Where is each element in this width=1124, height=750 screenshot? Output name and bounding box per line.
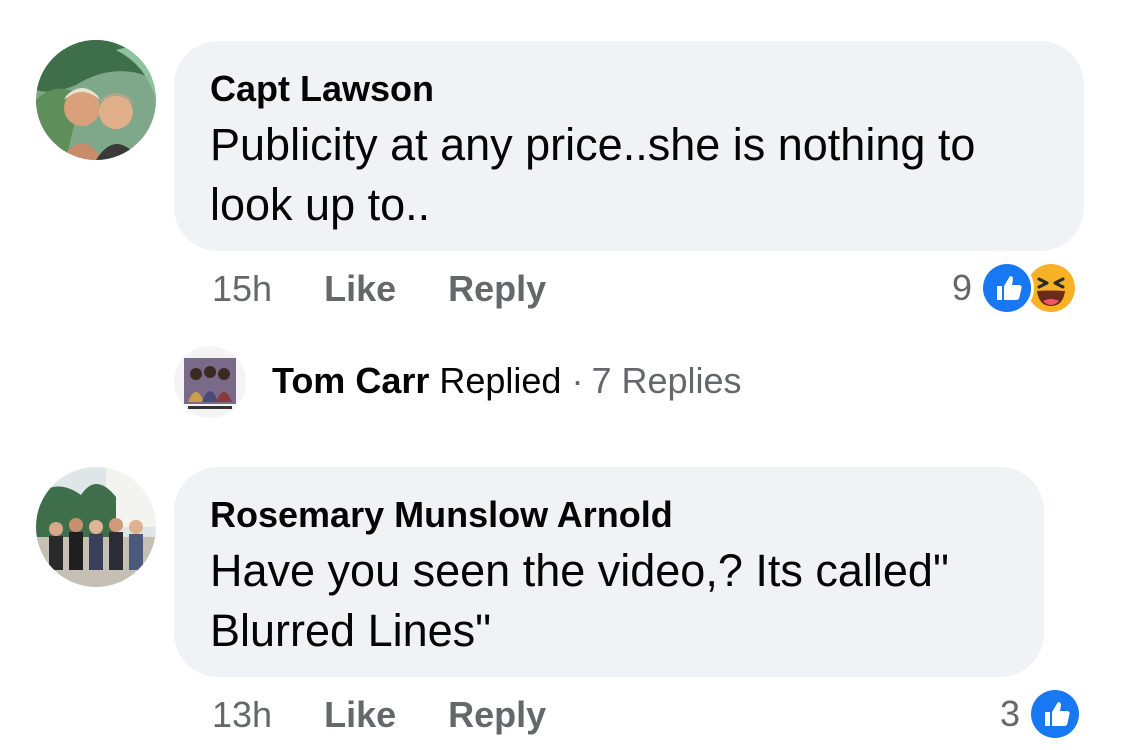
comment-actions: 13h Like Reply (212, 690, 598, 740)
comment-actions: 15h Like Reply (212, 264, 598, 314)
commenter-avatar[interactable] (36, 467, 156, 587)
reply-separator: · (571, 360, 584, 401)
reply-count: 7 Replies (591, 360, 742, 401)
comment-author[interactable]: Capt Lawson (210, 67, 1048, 111)
comment-bubble: Capt Lawson Publicity at any price..she … (174, 41, 1084, 251)
replier-name: Tom Carr (272, 360, 430, 401)
like-icon (980, 261, 1035, 315)
comment-timestamp[interactable]: 13h (212, 694, 272, 736)
comment-bubble: Rosemary Munslow Arnold Have you seen th… (174, 467, 1044, 677)
comment-text: Have you seen the video,? Its called" Bl… (210, 545, 949, 656)
reaction-count: 3 (1000, 693, 1021, 734)
reaction-summary[interactable]: 9 (952, 260, 1079, 316)
view-replies-link[interactable]: Tom Carr Replied · 7 Replies (272, 360, 742, 402)
reply-button[interactable]: Reply (448, 268, 546, 310)
comment-text: Publicity at any price..she is nothing t… (210, 119, 976, 230)
like-button[interactable]: Like (324, 268, 396, 310)
reaction-summary[interactable]: 3 (1000, 686, 1083, 742)
replier-avatar[interactable] (174, 346, 246, 418)
commenter-avatar[interactable] (36, 40, 156, 160)
reaction-count: 9 (952, 267, 973, 308)
comment-author[interactable]: Rosemary Munslow Arnold (210, 493, 1008, 537)
like-icon (1028, 687, 1083, 741)
reply-button[interactable]: Reply (448, 694, 546, 736)
replied-label: Replied (439, 360, 562, 401)
comment-timestamp[interactable]: 15h (212, 268, 272, 310)
like-button[interactable]: Like (324, 694, 396, 736)
